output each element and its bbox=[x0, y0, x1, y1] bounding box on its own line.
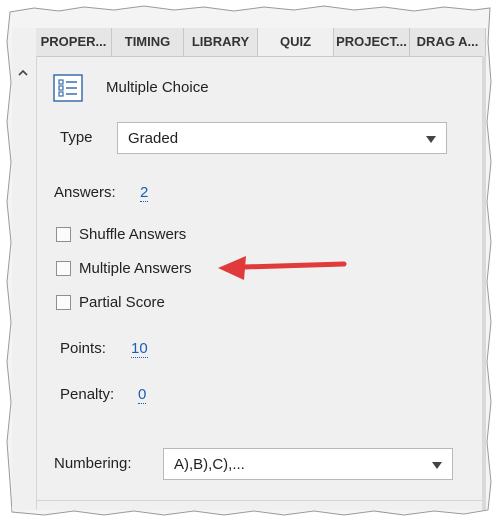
numbering-label: Numbering: bbox=[54, 455, 132, 472]
quiz-properties: Multiple Choice Type Graded Answers: 2 S… bbox=[0, 0, 503, 525]
points-value[interactable]: 10 bbox=[131, 340, 148, 358]
shuffle-answers-checkbox[interactable] bbox=[56, 226, 71, 242]
annotation-arrow-icon bbox=[214, 254, 354, 289]
multiple-answers-checkbox[interactable] bbox=[56, 260, 71, 276]
penalty-value[interactable]: 0 bbox=[138, 386, 147, 404]
numbering-dropdown-value: A),B),C),... bbox=[174, 456, 245, 473]
type-dropdown[interactable]: Graded bbox=[117, 122, 447, 154]
answers-count[interactable]: 2 bbox=[140, 184, 149, 202]
question-type-title: Multiple Choice bbox=[106, 79, 209, 96]
shuffle-answers-label: Shuffle Answers bbox=[79, 225, 187, 243]
multiple-choice-list-icon bbox=[52, 74, 84, 102]
multiple-answers-option[interactable]: Multiple Answers bbox=[56, 258, 192, 278]
partial-score-option[interactable]: Partial Score bbox=[56, 292, 165, 312]
partial-score-label: Partial Score bbox=[79, 293, 165, 311]
dropdown-arrow-icon bbox=[426, 136, 436, 143]
type-label: Type bbox=[60, 129, 93, 146]
dropdown-arrow-icon bbox=[432, 462, 442, 469]
points-label: Points: bbox=[60, 340, 106, 357]
type-dropdown-value: Graded bbox=[128, 130, 179, 147]
panel-divider bbox=[36, 500, 482, 501]
partial-score-checkbox[interactable] bbox=[56, 294, 71, 310]
multiple-answers-label: Multiple Answers bbox=[79, 259, 192, 277]
penalty-label: Penalty: bbox=[60, 386, 115, 403]
answers-label: Answers: bbox=[54, 184, 116, 201]
numbering-dropdown[interactable]: A),B),C),... bbox=[163, 448, 453, 480]
shuffle-answers-option[interactable]: Shuffle Answers bbox=[56, 224, 186, 244]
